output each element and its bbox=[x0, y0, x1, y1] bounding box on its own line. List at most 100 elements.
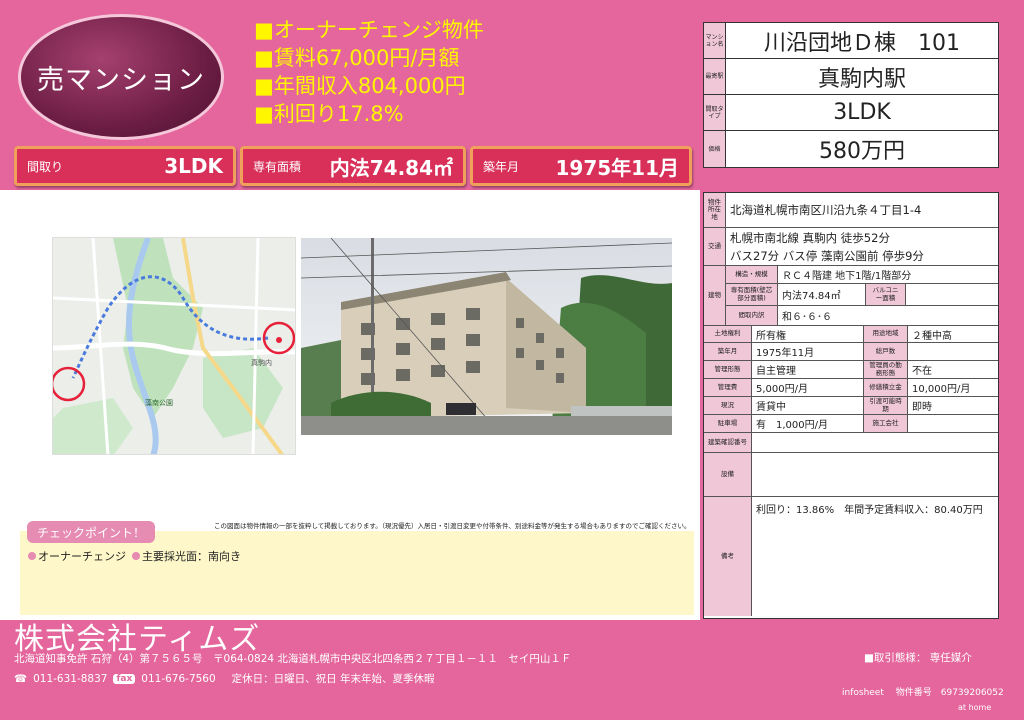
headline-list: ■オーナーチェンジ物件 ■賃料67,000円/月額 ■年間収入804,000円 … bbox=[254, 16, 484, 128]
cell-label: 修繕積立金 bbox=[864, 379, 908, 396]
disclaimer-note: この図面は物件情報の一部を抜粋して掲載しております。（現況優先）入居日・引渡日変… bbox=[214, 522, 691, 530]
building-photo-graphic bbox=[301, 238, 672, 435]
cell-label: 管理形態 bbox=[704, 361, 752, 378]
headline-item: ■利回り17.8% bbox=[254, 102, 404, 126]
tag-key: 間取り bbox=[27, 159, 64, 174]
info-table: 物件所在地 北海道札幌市南区川沿九条４丁目1-4 交通 札幌市南北線 真駒内 徒… bbox=[703, 192, 999, 619]
cell-label: 施工会社 bbox=[864, 415, 908, 432]
cell-label: 管理費 bbox=[704, 379, 752, 396]
summary-row: マンション名 川沿団地Ｄ棟 101 bbox=[704, 23, 998, 59]
summary-label: 最寄駅 bbox=[704, 59, 726, 94]
cell-label: 現況 bbox=[704, 397, 752, 414]
headline-item: ■年間収入804,000円 bbox=[254, 74, 466, 98]
spec-tags: 間取り 3LDK 専有面積 内法74.84㎡ 築年月 1975年11月 bbox=[14, 146, 692, 186]
table-row: 備考 利回り：13.86% 年間予定賃料収入：80.40万円 bbox=[704, 497, 998, 616]
cell-label: 間取内訳 bbox=[726, 306, 778, 325]
table-row: 建築確認番号 bbox=[704, 433, 998, 453]
cell-label: 管理員の勤務形態 bbox=[864, 361, 908, 378]
cell-label: 用途地域 bbox=[864, 326, 908, 342]
checkpoint-item: オーナーチェンジ bbox=[28, 548, 126, 564]
repair-fund-value: 10,000円/月 bbox=[912, 384, 971, 395]
property-name: 川沿団地Ｄ棟 101 bbox=[764, 30, 960, 56]
manager-value: 不在 bbox=[912, 366, 932, 377]
bullet-icon bbox=[132, 552, 140, 560]
table-row: 現況 賃貸中 引渡可能時期 即時 bbox=[704, 397, 998, 415]
company-address: 北海道知事免許 石狩（4）第７５６５号 〒064-0824 北海道札幌市中央区北… bbox=[14, 653, 572, 665]
summary-label: マンション名 bbox=[704, 23, 726, 58]
table-row: 土地権利 所有権 用途地域 ２種中高 bbox=[704, 326, 998, 343]
price: 580万円 bbox=[819, 139, 905, 164]
checkpoint-list: オーナーチェンジ 主要採光面：南向き bbox=[28, 548, 241, 564]
summary-row: 間取タイプ 3LDK bbox=[704, 95, 998, 131]
tag-value: 3LDK bbox=[164, 154, 223, 178]
headline-item: ■賃料67,000円/月額 bbox=[254, 46, 460, 70]
deal-type: ■取引態様： 専任媒介 bbox=[864, 652, 972, 664]
table-row: 建物 構造・規模 ＲＣ４階建 地下1階/1階部分 専有面積(壁芯部分面積) 内法… bbox=[704, 266, 998, 326]
tag-key: 築年月 bbox=[483, 159, 520, 174]
sale-badge-text: 売マンション bbox=[37, 64, 205, 96]
table-row: 交通 札幌市南北線 真駒内 徒歩52分 バス27分 バス停 藻南公園前 停歩9分 bbox=[704, 228, 998, 266]
cell-label: 築年月 bbox=[704, 343, 752, 360]
table-row: 物件所在地 北海道札幌市南区川沿九条４丁目1-4 bbox=[704, 193, 998, 228]
cell-label: 駐車場 bbox=[704, 415, 752, 432]
summary-row: 価格 580万円 bbox=[704, 131, 998, 167]
table-row: 管理費 5,000円/月 修繕積立金 10,000円/月 bbox=[704, 379, 998, 397]
area-value: 内法74.84㎡ bbox=[778, 284, 866, 305]
cell-label: 建築確認番号 bbox=[704, 433, 752, 452]
structure-value: ＲＣ４階建 地下1階/1階部分 bbox=[782, 271, 912, 282]
table-row: 駐車場 有 1,000円/月 施工会社 bbox=[704, 415, 998, 433]
checkpoint-text: オーナーチェンジ bbox=[38, 550, 126, 563]
table-row: 設備 bbox=[704, 453, 998, 497]
building-row: 専有面積(壁芯部分面積) 内法74.84㎡ バルコニー面積 bbox=[726, 284, 998, 306]
cell-label: 交通 bbox=[704, 228, 726, 265]
management-value: 自主管理 bbox=[752, 361, 864, 378]
land-right-value: 所有権 bbox=[752, 326, 864, 342]
map-label: 藻南公園 bbox=[145, 399, 173, 407]
balcony-value bbox=[906, 284, 998, 305]
bullet-icon bbox=[28, 552, 36, 560]
checkpoint-title: チェックポイント！ bbox=[27, 521, 156, 543]
map-graphic bbox=[53, 238, 295, 454]
cell-label: 引渡可能時期 bbox=[864, 397, 908, 414]
facility-value bbox=[752, 453, 998, 496]
cell-label: 建物 bbox=[704, 266, 726, 325]
transport-line: 札幌市南北線 真駒内 徒歩52分 bbox=[730, 230, 890, 245]
built-value: 1975年11月 bbox=[752, 343, 864, 360]
fax-number: 011-676-7560 bbox=[141, 672, 216, 685]
summary-label: 間取タイプ bbox=[704, 95, 726, 130]
area-map: 真駒内 藻南公園 bbox=[52, 237, 296, 455]
confirm-value bbox=[752, 433, 998, 452]
total-units-value bbox=[908, 343, 998, 360]
zoning-value: ２種中高 bbox=[912, 330, 952, 342]
cell-label: 設備 bbox=[704, 453, 752, 496]
remarks-value: 利回り：13.86% 年間予定賃料収入：80.40万円 bbox=[756, 505, 983, 516]
holiday-text: 定休日：日曜日、祝日 年末年始、夏季休暇 bbox=[231, 673, 435, 685]
transport-value: 札幌市南北線 真駒内 徒歩52分 バス27分 バス停 藻南公園前 停歩9分 bbox=[726, 228, 998, 265]
cell-label: バルコニー面積 bbox=[866, 284, 906, 305]
cell-label: 物件所在地 bbox=[704, 193, 726, 227]
tag-value: 1975年11月 bbox=[555, 155, 680, 180]
table-row: 築年月 1975年11月 総戸数 bbox=[704, 343, 998, 361]
handover-value: 即時 bbox=[912, 402, 932, 413]
fax-icon: fax bbox=[113, 673, 136, 684]
cell-label: 備考 bbox=[704, 497, 752, 616]
summary-row: 最寄駅 真駒内駅 bbox=[704, 59, 998, 95]
tag-layout: 間取り 3LDK bbox=[14, 146, 236, 186]
building-block: 構造・規模 ＲＣ４階建 地下1階/1階部分 専有面積(壁芯部分面積) 内法74.… bbox=[726, 266, 998, 325]
mgmt-fee-value: 5,000円/月 bbox=[752, 379, 864, 396]
builder-value bbox=[908, 415, 998, 432]
building-photo bbox=[301, 238, 672, 435]
map-label: 真駒内 bbox=[251, 359, 272, 367]
building-row: 間取内訳 和６･６･６ bbox=[726, 306, 998, 325]
building-row: 構造・規模 ＲＣ４階建 地下1階/1階部分 bbox=[726, 266, 998, 284]
company-contact: ☎ 011-631-8837 fax 011-676-7560 定休日：日曜日、… bbox=[14, 671, 435, 686]
sale-badge: 売マンション bbox=[18, 14, 224, 140]
layout-value: 和６･６･６ bbox=[782, 312, 832, 323]
table-row: 管理形態 自主管理 管理員の勤務形態 不在 bbox=[704, 361, 998, 379]
athome-mark: at home bbox=[958, 703, 992, 712]
cell-label: 土地権利 bbox=[704, 326, 752, 342]
tel-number: 011-631-8837 bbox=[33, 672, 108, 685]
transport-line: バス27分 バス停 藻南公園前 停歩9分 bbox=[730, 248, 924, 263]
headline-item: ■オーナーチェンジ物件 bbox=[254, 18, 484, 42]
checkpoint-item: 主要採光面：南向き bbox=[132, 548, 241, 564]
